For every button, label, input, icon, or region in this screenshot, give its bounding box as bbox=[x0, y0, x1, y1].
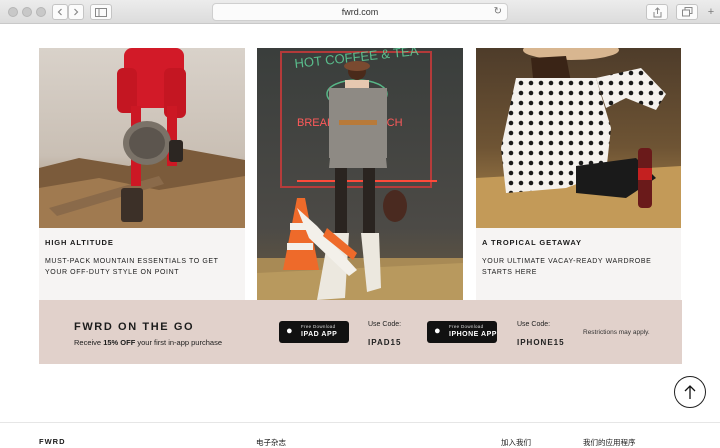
card-description: YOUR ULTIMATE VACAY-READY WARDROBE START… bbox=[482, 258, 652, 276]
address-bar[interactable]: fwrd.com ↻ bbox=[212, 3, 508, 21]
back-button[interactable] bbox=[52, 4, 68, 20]
new-tab-button[interactable]: + bbox=[704, 4, 718, 20]
app-promo-banner: FWRD ON THE GO Receive 15% OFF your firs… bbox=[39, 300, 682, 364]
ipad-promo-code: IPAD15 bbox=[368, 338, 402, 347]
ipad-app-download-button[interactable]: ● Free Download IPAD APP bbox=[279, 321, 349, 343]
high-altitude-image[interactable] bbox=[39, 48, 245, 228]
sidebar-icon bbox=[95, 7, 107, 17]
arrow-up-icon bbox=[684, 385, 696, 399]
promo-title: FWRD ON THE GO bbox=[74, 321, 195, 333]
footer-link-magazine[interactable]: 电子杂志 bbox=[256, 437, 286, 448]
promo-subtitle: Receive 15% OFF your first in-app purcha… bbox=[74, 338, 222, 347]
tabs-icon bbox=[681, 7, 692, 17]
tropical-getaway-photo bbox=[476, 48, 681, 228]
iphone-app-download-button[interactable]: ● Free Download IPHONE APP bbox=[427, 321, 497, 343]
card-description: MUST-PACK MOUNTAIN ESSENTIALS TO GET YOU… bbox=[45, 258, 219, 276]
ipad-download-label: IPAD APP bbox=[301, 331, 338, 338]
sidebar-button[interactable] bbox=[90, 4, 112, 20]
footer-divider bbox=[0, 422, 720, 423]
scroll-to-top-button[interactable] bbox=[674, 376, 706, 408]
footer-link-join[interactable]: 加入我们 bbox=[501, 437, 531, 448]
tropical-getaway-caption: A TROPICAL GETAWAY YOUR ULTIMATE VACAY-R… bbox=[476, 228, 681, 304]
share-icon bbox=[653, 6, 661, 17]
high-altitude-caption: HIGH ALTITUDE MUST-PACK MOUNTAIN ESSENTI… bbox=[39, 228, 245, 304]
footer-link-apps[interactable]: 我们的应用程序 bbox=[583, 437, 636, 448]
iphone-use-code-label: Use Code: bbox=[517, 321, 551, 328]
card-title[interactable]: A TROPICAL GETAWAY bbox=[482, 238, 582, 247]
card-title[interactable]: HIGH ALTITUDE bbox=[45, 238, 114, 247]
iphone-promo-code: IPHONE15 bbox=[517, 338, 565, 347]
minimize-window-dot[interactable] bbox=[22, 7, 32, 17]
promo-subtitle-suffix: your first in-app purchase bbox=[135, 338, 222, 347]
ipad-download-caption: Free Download bbox=[301, 324, 336, 329]
iphone-download-label: IPHONE APP bbox=[449, 331, 497, 338]
apple-icon: ● bbox=[286, 325, 293, 337]
high-altitude-photo bbox=[39, 48, 245, 228]
chevron-left-icon bbox=[57, 8, 62, 16]
share-button[interactable] bbox=[646, 4, 668, 20]
browser-toolbar: fwrd.com ↻ + bbox=[0, 0, 720, 24]
promo-discount: 15% OFF bbox=[103, 338, 136, 347]
iphone-download-caption: Free Download bbox=[449, 324, 484, 329]
zoom-window-dot[interactable] bbox=[36, 7, 46, 17]
url-text: fwrd.com bbox=[341, 7, 379, 17]
reload-icon[interactable]: ↻ bbox=[494, 6, 502, 17]
diner-look-photo: HOT COFFEE & TEA BREAKFAST LUNCH bbox=[257, 48, 463, 304]
chevron-right-icon bbox=[74, 8, 79, 16]
forward-button[interactable] bbox=[68, 4, 84, 20]
show-tabs-button[interactable] bbox=[676, 4, 698, 20]
ipad-use-code-label: Use Code: bbox=[368, 321, 402, 328]
promo-subtitle-prefix: Receive bbox=[74, 338, 104, 347]
tropical-getaway-image[interactable] bbox=[476, 48, 681, 228]
apple-icon: ● bbox=[434, 325, 441, 337]
restrictions-note: Restrictions may apply. bbox=[583, 329, 650, 336]
diner-look-image[interactable]: HOT COFFEE & TEA BREAKFAST LUNCH bbox=[257, 48, 463, 304]
plus-icon: + bbox=[707, 5, 715, 18]
footer-brand[interactable]: FWRD bbox=[39, 437, 66, 446]
close-window-dot[interactable] bbox=[8, 7, 18, 17]
